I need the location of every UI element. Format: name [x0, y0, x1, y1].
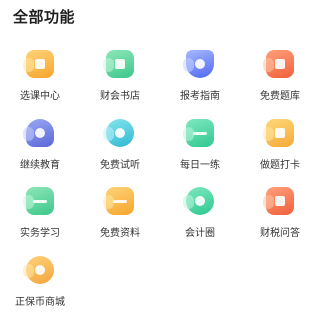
- feature-label: 财会书店: [100, 91, 140, 102]
- feature-label: 会计圈: [185, 228, 215, 239]
- calendar-checkin-icon: [263, 119, 294, 147]
- exam-guide-icon: [183, 50, 214, 78]
- feature-accounting-circle[interactable]: 会计圈: [160, 187, 240, 249]
- accounting-circle-icon: [183, 187, 214, 215]
- feature-label: 做题打卡: [260, 160, 300, 171]
- graduation-cap-icon: [23, 119, 54, 147]
- feature-daily-practice[interactable]: 每日一练: [160, 119, 240, 181]
- feature-label: 选课中心: [20, 91, 60, 102]
- feature-row: 选课中心 财会书店 报考指南 免费题库: [0, 50, 320, 116]
- feature-practice-study[interactable]: 实务学习: [0, 187, 80, 249]
- feature-label: 实务学习: [20, 228, 60, 239]
- feature-course-center[interactable]: 选课中心: [0, 50, 80, 112]
- coin-mall-icon: [23, 256, 54, 284]
- folder-icon: [103, 187, 134, 215]
- feature-checkin[interactable]: 做题打卡: [240, 119, 320, 181]
- feature-row: 实务学习 免费资料 会计圈 财税问答: [0, 187, 320, 253]
- feature-coin-mall[interactable]: 正保币商城: [0, 256, 80, 318]
- daily-practice-icon: [183, 119, 214, 147]
- feature-continuing-education[interactable]: 继续教育: [0, 119, 80, 181]
- feature-label: 免费试听: [100, 160, 140, 171]
- feature-tax-qa[interactable]: 财税问答: [240, 187, 320, 249]
- feature-question-bank[interactable]: 免费题库: [240, 50, 320, 112]
- feature-bookstore[interactable]: 财会书店: [80, 50, 160, 112]
- feature-free-materials[interactable]: 免费资料: [80, 187, 160, 249]
- question-bank-icon: [263, 50, 294, 78]
- feature-label: 免费题库: [260, 91, 300, 102]
- course-center-icon: [23, 50, 54, 78]
- page-title: 全部功能: [13, 8, 76, 26]
- feature-label: 报考指南: [180, 91, 220, 102]
- feature-label: 免费资料: [100, 228, 140, 239]
- feature-row: 正保币商城: [0, 256, 320, 322]
- feature-row: 继续教育 免费试听 每日一练 做题打卡: [0, 119, 320, 185]
- bookstore-icon: [103, 50, 134, 78]
- feature-label: 每日一练: [180, 160, 220, 171]
- free-listen-icon: [103, 119, 134, 147]
- feature-exam-guide[interactable]: 报考指南: [160, 50, 240, 112]
- feature-label: 继续教育: [20, 160, 60, 171]
- feature-label: 正保币商城: [15, 297, 65, 308]
- feature-free-listen[interactable]: 免费试听: [80, 119, 160, 181]
- qa-chat-icon: [263, 187, 294, 215]
- practice-study-icon: [23, 187, 54, 215]
- feature-label: 财税问答: [260, 228, 300, 239]
